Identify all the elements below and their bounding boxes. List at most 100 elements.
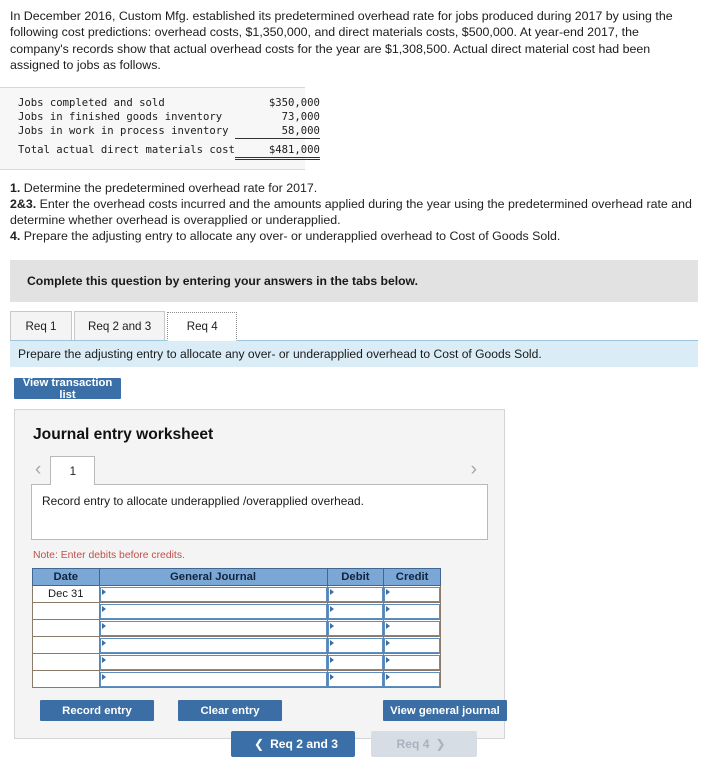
journal-account-cell[interactable] bbox=[98, 670, 328, 689]
requirement-1: 1. Determine the predetermined overhead … bbox=[10, 180, 698, 196]
complete-question-banner: Complete this question by entering your … bbox=[10, 260, 698, 303]
question-page: In December 2016, Custom Mfg. establishe… bbox=[0, 0, 708, 771]
journal-credit-cell[interactable] bbox=[383, 585, 441, 604]
table-row-total: Total actual direct materials cost $481,… bbox=[18, 138, 320, 160]
journal-account-input[interactable] bbox=[99, 654, 327, 670]
column-header-general-journal: General Journal bbox=[98, 568, 328, 587]
journal-credit-input[interactable] bbox=[384, 637, 440, 653]
journal-credit-input[interactable] bbox=[384, 603, 440, 619]
journal-credit-input[interactable] bbox=[384, 654, 440, 670]
table-row bbox=[32, 670, 441, 689]
table-row: Jobs in finished goods inventory 73,000 bbox=[18, 110, 320, 124]
journal-credit-cell[interactable] bbox=[383, 602, 441, 621]
journal-account-input[interactable] bbox=[99, 637, 327, 653]
requirement-2-3-text: Enter the overhead costs incurred and th… bbox=[10, 196, 692, 228]
chevron-left-icon[interactable]: ‹ bbox=[31, 460, 50, 484]
journal-debit-cell[interactable] bbox=[326, 653, 385, 672]
worksheet-title: Journal entry worksheet bbox=[33, 426, 214, 444]
facts-total-amount: $481,000 bbox=[234, 138, 320, 160]
table-row bbox=[32, 636, 441, 655]
journal-account-input[interactable] bbox=[99, 603, 327, 619]
journal-table-body: Dec 31 bbox=[32, 585, 441, 689]
footer-navigation: ❮ Req 2 and 3 Req 4 ❯ bbox=[0, 731, 708, 757]
journal-account-cell[interactable] bbox=[98, 585, 328, 604]
table-row bbox=[32, 602, 441, 621]
journal-debit-cell[interactable] bbox=[326, 670, 385, 689]
entry-prompt-box: Record entry to allocate underapplied /o… bbox=[31, 484, 488, 541]
journal-debit-input[interactable] bbox=[327, 620, 384, 636]
tab-req-1[interactable]: Req 1 bbox=[10, 311, 72, 341]
requirement-4-text: Prepare the adjusting entry to allocate … bbox=[20, 229, 561, 244]
journal-debit-input[interactable] bbox=[327, 603, 384, 619]
column-header-credit: Credit bbox=[383, 568, 441, 587]
requirement-1-text: Determine the predetermined overhead rat… bbox=[20, 180, 318, 195]
journal-date-cell[interactable] bbox=[32, 602, 100, 621]
journal-account-input[interactable] bbox=[99, 620, 327, 636]
journal-debit-cell[interactable] bbox=[326, 619, 385, 638]
journal-debit-cell[interactable] bbox=[326, 636, 385, 655]
requirement-tabs: Req 1 Req 2 and 3 Req 4 bbox=[10, 311, 698, 342]
journal-debit-cell[interactable] bbox=[326, 585, 385, 604]
requirement-2-3: 2&3. Enter the overhead costs incurred a… bbox=[10, 196, 698, 228]
clear-entry-button[interactable]: Clear entry bbox=[178, 700, 282, 722]
journal-date-cell[interactable] bbox=[32, 636, 100, 655]
journal-table-head: Date General Journal Debit Credit bbox=[32, 568, 441, 587]
view-transaction-list-button[interactable]: View transaction list bbox=[14, 377, 121, 401]
journal-credit-input[interactable] bbox=[384, 671, 440, 687]
facts-label: Jobs in work in process inventory bbox=[18, 124, 229, 137]
journal-debit-input[interactable] bbox=[327, 586, 384, 602]
chevron-right-icon[interactable]: › bbox=[467, 460, 486, 484]
requirements-list: 1. Determine the predetermined overhead … bbox=[0, 170, 708, 245]
prev-button-label: Req 2 and 3 bbox=[270, 737, 338, 751]
journal-header-row: Date General Journal Debit Credit bbox=[32, 568, 441, 587]
journal-debit-input[interactable] bbox=[327, 654, 384, 670]
journal-date-cell[interactable] bbox=[32, 619, 100, 638]
chevron-right-icon: ❯ bbox=[435, 737, 446, 751]
facts-label: Jobs completed and sold bbox=[18, 96, 165, 109]
table-row: Dec 31 bbox=[32, 585, 441, 604]
journal-debit-input[interactable] bbox=[327, 637, 384, 653]
journal-account-cell[interactable] bbox=[98, 636, 328, 655]
journal-credit-cell[interactable] bbox=[383, 653, 441, 672]
direct-materials-table: Jobs completed and sold $350,000 Jobs in… bbox=[18, 96, 320, 160]
tab-req-2-and-3[interactable]: Req 2 and 3 bbox=[74, 311, 166, 341]
requirement-4-number: 4. bbox=[10, 229, 21, 244]
journal-debit-input[interactable] bbox=[327, 671, 384, 687]
journal-account-cell[interactable] bbox=[98, 602, 328, 621]
journal-account-cell[interactable] bbox=[98, 619, 328, 638]
journal-account-input[interactable] bbox=[99, 586, 327, 602]
next-button-label: Req 4 bbox=[396, 737, 430, 751]
chevron-left-icon: ❮ bbox=[254, 737, 265, 751]
journal-credit-cell[interactable] bbox=[383, 636, 441, 655]
facts-total-label: Total actual direct materials cost bbox=[18, 144, 235, 157]
journal-credit-input[interactable] bbox=[384, 620, 440, 636]
general-journal-table: Date General Journal Debit Credit Dec 31 bbox=[32, 568, 441, 689]
journal-date-cell[interactable] bbox=[32, 670, 100, 689]
table-row bbox=[32, 619, 441, 638]
journal-credit-cell[interactable] bbox=[383, 619, 441, 638]
journal-debit-cell[interactable] bbox=[326, 602, 385, 621]
table-row: Jobs completed and sold $350,000 bbox=[18, 96, 320, 110]
worksheet-actions: Record entry Clear entry View general jo… bbox=[31, 700, 507, 722]
worksheet-page-tab-1[interactable]: 1 bbox=[50, 456, 96, 486]
facts-panel: Jobs completed and sold $350,000 Jobs in… bbox=[0, 86, 320, 170]
column-header-date: Date bbox=[32, 568, 100, 587]
journal-credit-cell[interactable] bbox=[383, 670, 441, 689]
prev-req-2-and-3-button[interactable]: ❮ Req 2 and 3 bbox=[231, 731, 355, 757]
requirement-1-number: 1. bbox=[10, 180, 21, 195]
entry-prompt-text: Record entry to allocate underapplied /o… bbox=[42, 494, 364, 509]
tab-instruction: Prepare the adjusting entry to allocate … bbox=[10, 341, 698, 368]
facts-table-body: Jobs completed and sold $350,000 Jobs in… bbox=[18, 96, 320, 160]
journal-date-cell[interactable] bbox=[32, 653, 100, 672]
journal-account-input[interactable] bbox=[99, 671, 327, 687]
record-entry-button[interactable]: Record entry bbox=[40, 700, 154, 722]
journal-account-cell[interactable] bbox=[98, 653, 328, 672]
requirement-2-3-number: 2&3. bbox=[10, 196, 37, 211]
journal-credit-input[interactable] bbox=[384, 586, 440, 602]
next-req-4-button[interactable]: Req 4 ❯ bbox=[371, 731, 477, 757]
view-general-journal-button[interactable]: View general journal bbox=[383, 700, 507, 722]
tab-req-4[interactable]: Req 4 bbox=[167, 312, 238, 342]
journal-date-cell[interactable]: Dec 31 bbox=[32, 585, 100, 604]
table-row: Jobs in work in process inventory 58,000 bbox=[18, 123, 320, 139]
facts-amount: 58,000 bbox=[234, 123, 320, 139]
